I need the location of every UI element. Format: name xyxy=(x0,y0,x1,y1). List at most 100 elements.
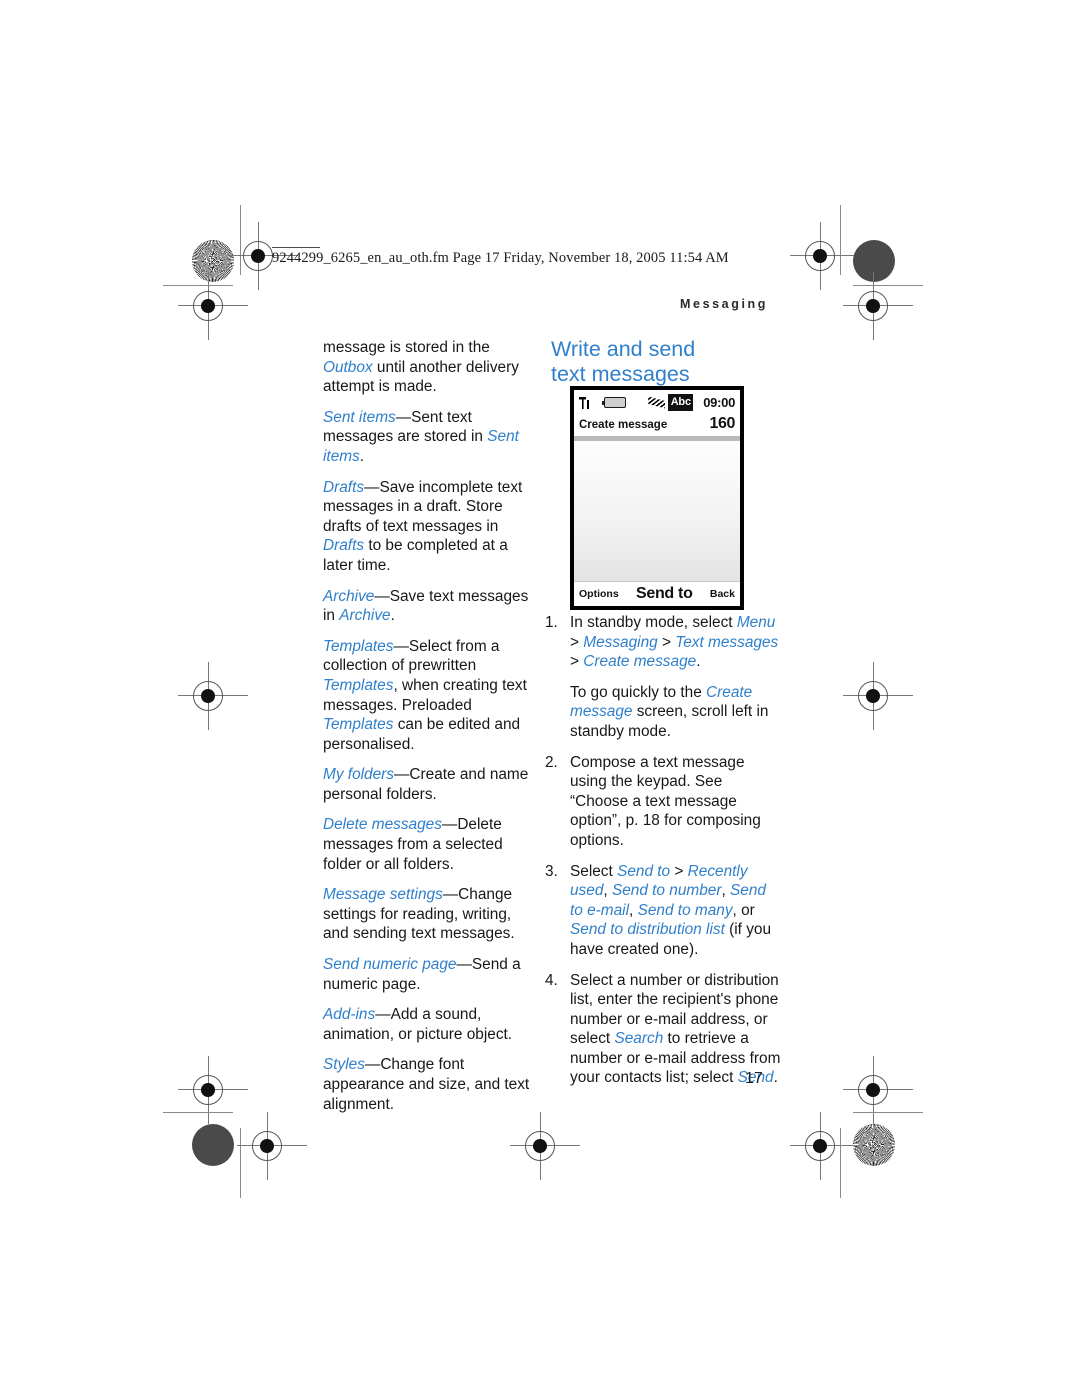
trim-line-bottom-left-horizontal xyxy=(163,1112,233,1113)
phone-message-area xyxy=(574,441,740,581)
text-run: > xyxy=(657,633,676,651)
ui-term: Templates xyxy=(323,716,394,734)
phone-softkey-bar: Options Send to Back xyxy=(574,581,740,606)
trim-line-left-vertical-lower xyxy=(240,1128,241,1198)
text-run: > xyxy=(570,633,584,651)
battery-icon xyxy=(601,397,627,408)
ui-term: Messaging xyxy=(583,633,658,651)
step-number: 4. xyxy=(545,971,558,989)
body-paragraph: Sent items—Sent text messages are stored… xyxy=(323,408,541,467)
body-paragraph: Drafts—Save incomplete text messages in … xyxy=(323,478,541,576)
ui-term: Text messages xyxy=(675,633,779,651)
right-column-body: 1. In standby mode, select Menu > Messagi… xyxy=(545,613,781,1099)
ui-term: Send to number xyxy=(611,882,722,900)
trim-line-bottom-right-horizontal xyxy=(853,1112,923,1113)
phone-clock: 09:00 xyxy=(703,395,735,410)
phone-character-count: 160 xyxy=(709,415,736,432)
body-paragraph: Add-ins—Add a sound, animation, or pictu… xyxy=(323,1005,541,1044)
registration-target-left-upper xyxy=(193,291,223,321)
ui-term: Sent items xyxy=(323,408,396,426)
step-number: 1. xyxy=(545,614,558,631)
body-paragraph: Archive—Save text messages in Archive. xyxy=(323,587,541,626)
registration-target-top-left xyxy=(243,241,273,271)
trim-line-top-left-horizontal xyxy=(163,285,233,286)
page-title: Write and send text messages xyxy=(551,337,781,387)
registration-target-right-bottom xyxy=(858,1075,888,1105)
text-run: , or xyxy=(732,901,755,919)
ui-term: My folders xyxy=(323,766,394,784)
text-run: Select xyxy=(570,862,618,880)
density-patch-bottom-left xyxy=(192,1124,234,1166)
ui-term: Delete messages xyxy=(323,816,442,834)
step-item: 1. In standby mode, select Menu > Messagi… xyxy=(545,613,781,742)
text-run: , xyxy=(629,901,638,919)
ui-term: Add-ins xyxy=(323,1006,376,1024)
ui-term: Drafts xyxy=(323,537,365,555)
softkey-back[interactable]: Back xyxy=(710,588,735,600)
ui-term: Send numeric page xyxy=(323,956,457,974)
signal-bars-icon xyxy=(579,396,590,409)
input-mode-indicator: Abc xyxy=(668,394,694,411)
registration-target-top-right xyxy=(805,241,835,271)
page-title-line2: text messages xyxy=(551,362,690,386)
body-paragraph: Templates—Select from a collection of pr… xyxy=(323,637,541,755)
phone-screenshot: Abc 09:00 Create message 160 Options Sen… xyxy=(570,386,744,610)
ui-term: Outbox xyxy=(323,358,373,376)
registration-target-bottom-inner-left xyxy=(252,1131,282,1161)
text-run: . xyxy=(359,447,365,465)
body-paragraph: message is stored in the Outbox until an… xyxy=(323,338,541,397)
registration-target-bottom-center xyxy=(525,1131,555,1161)
ui-term: Search xyxy=(614,1030,664,1048)
page-number: 17 xyxy=(745,1070,763,1087)
ui-term: Drafts xyxy=(323,478,365,496)
ui-term: Send to distribution list xyxy=(570,921,725,939)
body-paragraph: My folders—Create and name personal fold… xyxy=(323,765,541,804)
registration-target-bottom-inner-right xyxy=(805,1131,835,1161)
step-item: 2. Compose a text message using the keypa… xyxy=(545,753,781,851)
section-header: Messaging xyxy=(680,297,768,311)
density-patch-top-right xyxy=(853,240,895,282)
message-stack-icon xyxy=(648,396,666,409)
file-stamp: 9244299_6265_en_au_oth.fm Page 17 Friday… xyxy=(272,250,729,266)
text-run: To go quickly to the xyxy=(570,683,707,701)
phone-status-bar: Abc 09:00 xyxy=(574,390,740,415)
page-title-line1: Write and send xyxy=(551,337,696,361)
body-paragraph: Delete messages—Delete messages from a s… xyxy=(323,815,541,874)
trim-line-left-vertical xyxy=(240,205,241,275)
text-run: In standby mode, select xyxy=(570,614,737,631)
registration-target-bottom-left xyxy=(193,1075,223,1105)
text-run: . xyxy=(773,1069,778,1087)
ui-term: Send to xyxy=(617,862,671,880)
ui-term: Message settings xyxy=(323,886,443,904)
ui-term: Archive xyxy=(339,607,391,625)
step-list: 1. In standby mode, select Menu > Messagi… xyxy=(545,613,781,1088)
body-paragraph: Send numeric page—Send a numeric page. xyxy=(323,955,541,994)
step-paragraph: Compose a text message using the keypad.… xyxy=(570,753,781,851)
text-run: , xyxy=(603,882,612,900)
registration-target-left-middle xyxy=(193,681,223,711)
ui-term: Create message xyxy=(583,653,697,671)
file-stamp-rule xyxy=(272,247,320,248)
ui-term: Menu xyxy=(736,614,776,631)
text-run: , xyxy=(721,882,731,900)
step-item: 3. Select Send to > Recently used, Send t… xyxy=(545,862,781,960)
step-number: 3. xyxy=(545,862,558,880)
ui-term: Archive xyxy=(323,587,375,605)
trim-line-right-vertical-lower xyxy=(840,1128,841,1198)
text-run: Compose a text message using the keypad.… xyxy=(570,753,761,849)
ui-term: Styles xyxy=(323,1056,365,1074)
trim-line-right-vertical xyxy=(840,205,841,275)
text-run: message is stored in the xyxy=(323,339,490,356)
phone-title-bar: Create message 160 xyxy=(574,415,740,436)
step-paragraph: To go quickly to the Create message scre… xyxy=(570,683,781,742)
text-run: . xyxy=(696,653,701,671)
ui-term: Send to many xyxy=(637,901,733,919)
text-run: > xyxy=(670,862,688,880)
step-paragraph: Select Send to > Recently used, Send to … xyxy=(570,862,781,960)
softkey-send-to[interactable]: Send to xyxy=(636,585,693,603)
text-run: . xyxy=(390,607,395,625)
body-paragraph: Styles—Change font appearance and size, … xyxy=(323,1055,541,1114)
softkey-options[interactable]: Options xyxy=(579,588,619,600)
ui-term: Templates xyxy=(323,676,394,694)
phone-screen-title: Create message xyxy=(579,419,668,431)
